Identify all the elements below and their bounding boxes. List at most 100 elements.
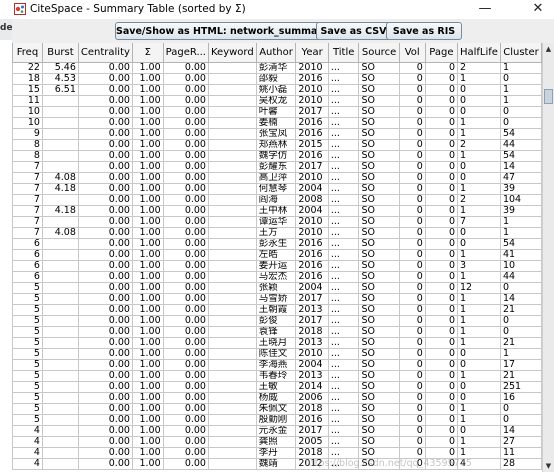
- scroll-up-arrow-icon[interactable]: ▲: [543, 43, 554, 55]
- cell-author: 谭运华: [255, 215, 297, 228]
- cell-vol: 0: [398, 237, 426, 250]
- table-row[interactable]: 11 0.00 1.00 0.00 吴权龙 2010... SO 0 0 0 1: [12, 94, 542, 107]
- table-row[interactable]: 7 4.18 0.00 1.00 0.00 何慧琴 2004... SO 0 0 1 39: [12, 182, 542, 195]
- table-row[interactable]: 5 0.00 1.00 0.00 王晓月 2013... SO 0 0 1 21: [12, 336, 542, 349]
- table-row[interactable]: 5 0.00 1.00 0.00 殷勤刚 2016... SO 0 0 1 0: [12, 413, 542, 426]
- cell-cluster: 39: [499, 204, 542, 217]
- cell-author: 杨威: [255, 391, 297, 404]
- cell-burst: [41, 391, 79, 404]
- table-row[interactable]: 18 4.53 0.00 1.00 0.00 邵毅 2016... SO 0 0 1 0: [12, 72, 542, 85]
- table-row[interactable]: 5 0.00 1.00 0.00 李海燕 2004... SO 0 0 0 17: [12, 358, 542, 371]
- column-header-year[interactable]: Year: [295, 43, 329, 63]
- cell-pagerank: 0.00: [162, 270, 209, 283]
- column-header-halflife[interactable]: HalfLife: [456, 43, 501, 63]
- cell-burst: [41, 259, 79, 272]
- column-header-author[interactable]: Author: [255, 43, 297, 63]
- cell-vol: 0: [398, 83, 426, 96]
- cell-vol: 0: [398, 182, 426, 195]
- table-row[interactable]: 9 0.00 1.00 0.00 张宝凤 2016... SO 0 0 1 54: [12, 127, 542, 140]
- cell-burst: [41, 193, 79, 206]
- cell-burst: [41, 248, 79, 261]
- cell-sigma: 1.00: [131, 204, 164, 217]
- cell-cluster: 14: [499, 424, 542, 437]
- cell-author: 何慧琴: [255, 182, 297, 195]
- cell-page: 0: [424, 193, 458, 206]
- table-row[interactable]: 6 0.00 1.00 0.00 左皓 2016... SO 0 0 1 41: [12, 248, 542, 261]
- cell-freq: 5: [12, 314, 43, 327]
- table-row[interactable]: 7 0.00 1.00 0.00 彭耀东 2017... SO 0 0 0 14: [12, 160, 542, 173]
- table-row[interactable]: 5 0.00 1.00 0.00 袁锋 2018... SO 0 0 1 0: [12, 325, 542, 338]
- table-row[interactable]: 5 0.00 1.00 0.00 马雪娇 2017... SO 0 0 1 14: [12, 292, 542, 305]
- table-row[interactable]: 6 0.00 1.00 0.00 彭永生 2016... SO 0 0 0 54: [12, 237, 542, 250]
- column-header-source[interactable]: Source: [358, 43, 400, 63]
- table-row[interactable]: 5 0.00 1.00 0.00 杨威 2006... SO 0 0 0 16: [12, 391, 542, 404]
- table-row[interactable]: 7 4.18 0.00 1.00 0.00 王中林 2004... SO 0 0 1 39: [12, 204, 542, 217]
- cell-centrality: 0.00: [77, 391, 133, 404]
- cell-cluster: 1: [499, 61, 542, 74]
- column-header-page[interactable]: Page: [424, 43, 458, 63]
- table-row[interactable]: 5 0.00 1.00 0.00 王朝霞 2013... SO 0 0 1 21: [12, 303, 542, 316]
- cell-centrality: 0.00: [77, 204, 133, 217]
- table-row[interactable]: 7 0.00 1.00 0.00 阎海 2008... SO 0 0 2 104: [12, 193, 542, 206]
- cell-burst: [41, 402, 79, 415]
- cell-vol: 0: [398, 391, 426, 404]
- table-row[interactable]: 4 0.00 1.00 0.00 龚照 2005... SO 0 0 1 27: [12, 435, 542, 448]
- column-header-cluster[interactable]: Cluster: [499, 43, 542, 63]
- column-header-burst[interactable]: Burst: [41, 43, 79, 63]
- table-row[interactable]: 5 0.00 1.00 0.00 陈佳文 2010... SO 0 0 0 1: [12, 347, 542, 360]
- cell-page: 0: [424, 94, 458, 107]
- cell-sigma: 1.00: [131, 281, 164, 294]
- table-row[interactable]: 5 0.00 1.00 0.00 彭俊 2017... SO 0 0 1 0: [12, 314, 542, 327]
- cell-title: ...: [327, 336, 360, 349]
- column-header-vol[interactable]: Vol: [398, 43, 426, 63]
- table-row[interactable]: 5 0.00 1.00 0.00 王敏 2014... SO 0 0 0 251: [12, 380, 542, 393]
- close-button[interactable]: ✕: [523, 0, 553, 19]
- table-row[interactable]: 5 0.00 1.00 0.00 韦春玲 2013... SO 0 0 1 21: [12, 369, 542, 382]
- save-html-button[interactable]: Save/Show as HTML: network_summary.html: [115, 22, 356, 40]
- table-row[interactable]: 15 6.51 0.00 1.00 0.00 姚小磊 2010... SO 0 0 0 1: [12, 83, 542, 96]
- vertical-scrollbar[interactable]: ▲ ▼: [542, 43, 554, 472]
- cell-year: 2016: [295, 237, 329, 250]
- cell-source: SO: [358, 281, 400, 294]
- cell-cluster: 14: [499, 292, 542, 305]
- column-header-sigma[interactable]: Σ: [131, 43, 164, 63]
- table-row[interactable]: 10 0.00 1.00 0.00 姜楠 2016... SO 0 0 1 0: [12, 116, 542, 129]
- column-header-pagerank[interactable]: PageR...: [162, 43, 209, 63]
- table-row[interactable]: 4 0.00 1.00 0.00 李丹 2018... SO 0 0 1 11: [12, 446, 542, 459]
- scroll-down-arrow-icon[interactable]: ▼: [543, 460, 554, 472]
- cell-author: 王方: [255, 226, 297, 239]
- cell-sigma: 1.00: [131, 127, 164, 140]
- table-row[interactable]: 5 0.00 1.00 0.00 朱佩文 2018... SO 0 0 1 0: [12, 402, 542, 415]
- table-row[interactable]: 4 0.00 1.00 0.00 元永金 2017... SO 0 0 0 14: [12, 424, 542, 437]
- table-row[interactable]: 22 5.46 0.00 1.00 0.00 彭清华 2010... SO 0 0 2 1: [12, 61, 542, 74]
- cell-burst: 4.08: [41, 171, 79, 184]
- save-ris-button[interactable]: Save as RIS: [386, 22, 462, 40]
- table-row[interactable]: 6 0.00 1.00 0.00 姜开运 2016... SO 0 0 3 10: [12, 259, 542, 272]
- cell-keyword: [207, 336, 257, 349]
- table-row[interactable]: 7 4.08 0.00 1.00 0.00 高卫萍 2010... SO 0 0 0 47: [12, 171, 542, 184]
- cell-vol: 0: [398, 248, 426, 261]
- cell-vol: 0: [398, 369, 426, 382]
- table-row[interactable]: 6 0.00 1.00 0.00 马宏杰 2016... SO 0 0 1 44: [12, 270, 542, 283]
- table-row[interactable]: 8 0.00 1.00 0.00 郑燕林 2015... SO 0 0 2 44: [12, 138, 542, 151]
- cell-title: ...: [327, 127, 360, 140]
- table-row[interactable]: 8 0.00 1.00 0.00 魏学仿 2016... SO 0 0 1 54: [12, 149, 542, 162]
- minimize-button[interactable]: —: [470, 0, 500, 19]
- cell-page: 0: [424, 358, 458, 371]
- cell-centrality: 0.00: [77, 281, 133, 294]
- scrollbar-thumb[interactable]: [544, 89, 553, 104]
- column-header-freq[interactable]: Freq: [12, 43, 43, 63]
- column-header-centrality[interactable]: Centrality: [77, 43, 133, 63]
- table-row[interactable]: 7 4.08 0.00 1.00 0.00 王方 2010... SO 0 0 0 1: [12, 226, 542, 239]
- cell-pagerank: 0.00: [162, 171, 209, 184]
- table-row[interactable]: 7 0.00 1.00 0.00 谭运华 2010... SO 0 0 7 1: [12, 215, 542, 228]
- cell-freq: 11: [12, 94, 43, 107]
- cell-freq: 8: [12, 138, 43, 151]
- cell-page: 0: [424, 72, 458, 85]
- table-row[interactable]: 5 0.00 1.00 0.00 张颖 2004... SO 0 0 12 0: [12, 281, 542, 294]
- column-header-keyword[interactable]: Keyword: [207, 43, 257, 63]
- column-header-title[interactable]: Title: [327, 43, 360, 63]
- cell-title: ...: [327, 303, 360, 316]
- table-row[interactable]: 10 0.00 1.00 0.00 叶馨 2017... SO 0 0 0 0: [12, 105, 542, 118]
- save-csv-button[interactable]: Save as CSV: [316, 22, 391, 40]
